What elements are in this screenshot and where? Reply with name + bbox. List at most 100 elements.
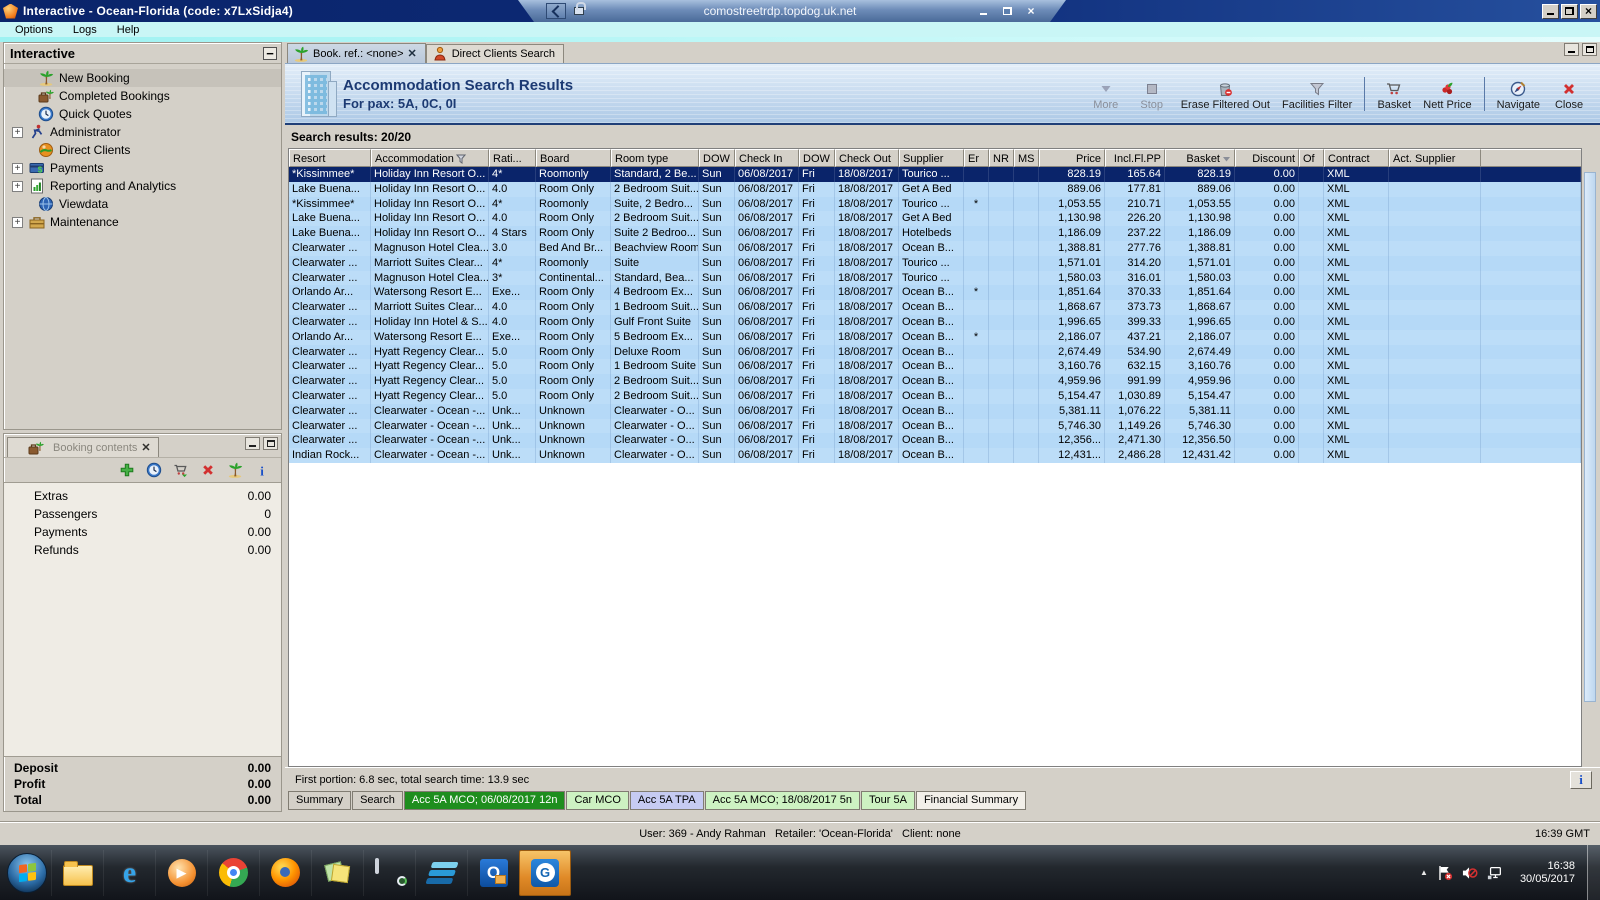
column-header-board[interactable]: Board [536,149,611,167]
table-row[interactable]: Clearwater ... Hyatt Regency Clear... 5.0 R… [289,359,1581,375]
window-close-button[interactable]: × [1580,3,1597,19]
table-row[interactable]: Clearwater ... Hyatt Regency Clear... 5.0 R… [289,388,1581,404]
basketarrow-icon[interactable] [172,461,190,479]
close-button[interactable]: Close [1552,77,1586,111]
column-header-room-type[interactable]: Room type [611,149,699,167]
redx-icon[interactable] [199,461,217,479]
expand-icon[interactable]: + [12,162,23,174]
navigate-button[interactable]: Navigate [1497,77,1540,111]
taskbar-icon-horizon[interactable] [415,849,467,896]
column-header-check-out[interactable]: Check Out [835,149,899,167]
column-header-incl-fl-pp[interactable]: Incl.Fl.PP [1105,149,1165,167]
table-row[interactable]: Clearwater ... Clearwater - Ocean -... Unk… [289,418,1581,434]
column-header-rati[interactable]: Rati... [489,149,536,167]
sidebar-item-new-booking[interactable]: New Booking [4,69,281,87]
basket-button[interactable]: Basket [1377,77,1411,111]
table-row[interactable]: Indian Rock... Clearwater - Ocean -... Unk… [289,448,1581,463]
column-header-nr[interactable]: NR [989,149,1014,167]
bottom-tab-acc-5a-mco-18-08-2017-5n[interactable]: Acc 5A MCO; 18/08/2017 5n [704,791,861,810]
column-header-ms[interactable]: MS [1014,149,1039,167]
table-row[interactable]: Clearwater ... Marriott Suites Clear... 4*… [289,255,1581,271]
window-restore-button[interactable] [1561,3,1578,19]
rdp-close-button[interactable]: × [1024,4,1038,18]
table-row[interactable]: Orlando Ar... Watersong Resort E... Exe...… [289,329,1581,345]
tray-expand-icon[interactable]: ▲ [1420,868,1428,877]
table-row[interactable]: Clearwater ... Hyatt Regency Clear... 5.0 R… [289,374,1581,389]
menu-item-logs[interactable]: Logs [64,24,106,36]
bottom-tab-financial-summary[interactable]: Financial Summary [915,791,1027,810]
taskbar-icon-gapp[interactable]: G [519,849,571,896]
expand-icon[interactable]: + [12,126,23,138]
column-header-supplier[interactable]: Supplier [899,149,964,167]
table-row[interactable]: Clearwater ... Magnuson Hotel Clea... 3.0 B… [289,240,1581,256]
column-header-contract[interactable]: Contract [1324,149,1389,167]
column-header-er[interactable]: Er [964,149,989,167]
taskbar-icon-firefox[interactable] [259,849,311,896]
tab-book-ref-none[interactable]: Book. ref.: <none> ✕ [287,43,426,63]
taskbar-icon-chrome[interactable] [207,849,259,896]
sidebar-item-viewdata[interactable]: Viewdata [4,195,281,213]
volume-muted-icon[interactable] [1462,865,1478,881]
taskbar-icon-outlook[interactable]: O [467,849,519,896]
rdp-restore-button[interactable] [1000,4,1014,18]
taskbar-icon-explorer[interactable] [51,849,103,896]
column-header-accommodation[interactable]: Accommodation [371,149,489,167]
taskbar-icon-rdp[interactable] [363,849,415,896]
table-row[interactable]: Clearwater ... Magnuson Hotel Clea... 3* Co… [289,270,1581,286]
bottom-tab-summary[interactable]: Summary [288,791,352,810]
sidebar-item-direct-clients[interactable]: Direct Clients [4,141,281,159]
panel-collapse-button[interactable]: − [263,46,277,60]
action-center-flag-icon[interactable] [1437,865,1453,881]
sidebar-item-completed-bookings[interactable]: Completed Bookings [4,87,281,105]
bottom-tab-car-mco[interactable]: Car MCO [566,791,629,810]
table-row[interactable]: Clearwater ... Holiday Inn Hotel & S... 4.… [289,314,1581,330]
column-header-dow[interactable]: DOW [799,149,835,167]
booking-panel-maximize-button[interactable] [263,437,278,450]
sidebar-item-quick-quotes[interactable]: Quick Quotes [4,105,281,123]
tab-direct-clients-search[interactable]: Direct Clients Search [425,44,565,63]
table-row[interactable]: Clearwater ... Clearwater - Ocean -... Unk… [289,433,1581,449]
sidebar-item-payments[interactable]: + $ Payments [4,159,281,177]
main-panel-maximize-button[interactable] [1582,43,1597,56]
column-header-check-in[interactable]: Check In [735,149,799,167]
column-header-discount[interactable]: Discount [1235,149,1299,167]
menu-item-help[interactable]: Help [108,24,149,36]
table-row[interactable]: Clearwater ... Clearwater - Ocean -... Unk… [289,403,1581,419]
facilities-filter-button[interactable]: Facilities Filter [1282,77,1352,111]
sidebar-item-maintenance[interactable]: + Maintenance [4,213,281,231]
taskbar-clock[interactable]: 16:38 30/05/2017 [1512,860,1583,886]
tab-close-icon[interactable]: ✕ [408,47,417,60]
network-icon[interactable] [1487,865,1503,881]
sidebar-item-administrator[interactable]: + Administrator [4,123,281,141]
column-header-act-supplier[interactable]: Act. Supplier [1389,149,1481,167]
table-row[interactable]: Orlando Ar... Watersong Resort E... Exe...… [289,285,1581,301]
window-minimize-button[interactable] [1542,3,1559,19]
column-header-price[interactable]: Price [1039,149,1105,167]
taskbar-icon-wmp[interactable]: ▶ [155,849,207,896]
column-header-basket[interactable]: Basket [1165,149,1235,167]
start-button[interactable] [3,850,51,896]
table-row[interactable]: Lake Buena... Holiday Inn Resort O... 4 St… [289,226,1581,241]
bottom-tab-search[interactable]: Search [352,791,403,810]
palm-icon[interactable] [226,461,244,479]
booking-contents-tab[interactable]: Booking contents ✕ [7,437,159,457]
bottom-tab-tour-5a[interactable]: Tour 5A [861,791,915,810]
expand-icon[interactable]: + [12,180,23,192]
bottom-tab-acc-5a-mco-06-08-2017-12n[interactable]: Acc 5A MCO; 06/08/2017 12n [403,791,566,810]
expand-icon[interactable]: + [12,216,23,228]
erase-filtered-out-button[interactable]: Erase Filtered Out [1181,77,1270,111]
table-row[interactable]: Lake Buena... Holiday Inn Resort O... 4.0 R… [289,181,1581,197]
taskbar-icon-notes[interactable] [311,849,363,896]
column-header-of[interactable]: Of [1299,149,1324,167]
table-row[interactable]: Clearwater ... Marriott Suites Clear... 4.… [289,300,1581,315]
nett-price-button[interactable]: Nett Price [1423,77,1472,111]
plus-icon[interactable] [118,461,136,479]
booking-tab-close-icon[interactable]: ✕ [141,441,150,454]
column-header-dow[interactable]: DOW [699,149,735,167]
clock-icon[interactable] [145,461,163,479]
sidebar-item-reporting-and-analytics[interactable]: + Reporting and Analytics [4,177,281,195]
column-header-resort[interactable]: Resort [289,149,371,167]
main-panel-minimize-button[interactable] [1564,43,1579,56]
info-button[interactable]: i [1570,770,1592,789]
menu-item-options[interactable]: Options [6,24,62,36]
